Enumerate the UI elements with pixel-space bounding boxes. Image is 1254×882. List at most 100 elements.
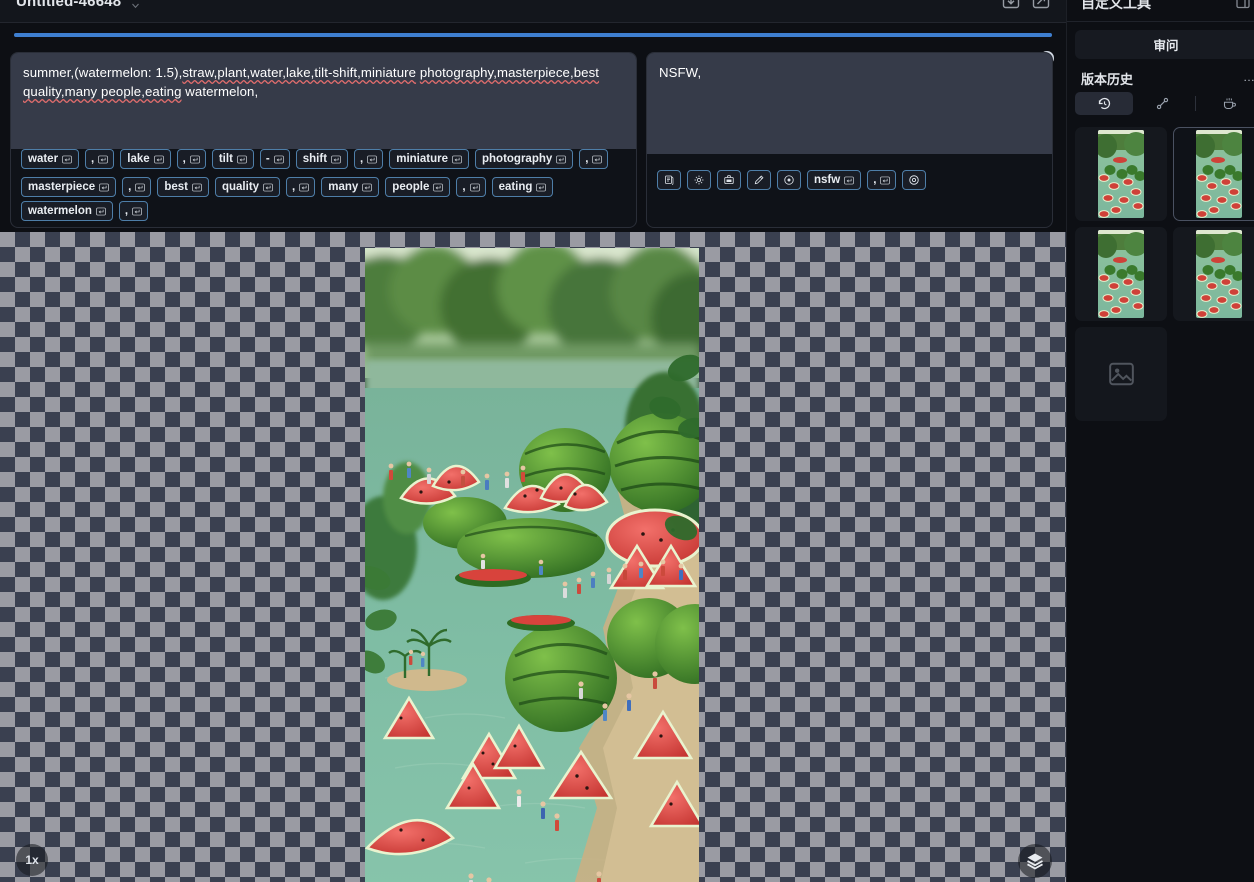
document-scan-button[interactable] [657,170,681,190]
return-key-icon [844,176,854,184]
tab-interrogate[interactable]: 审问 [1075,30,1254,59]
history-thumb-5[interactable] [1075,327,1167,421]
thumbnail-artwork [1098,230,1144,318]
download-icon[interactable] [1001,0,1021,11]
return-key-icon [135,183,146,191]
return-key-icon [263,183,273,191]
negative-prompt-panel[interactable]: NSFW, nsfw, [646,52,1053,228]
layers-button[interactable] [1018,844,1052,878]
return-key-icon [62,155,72,163]
sidebar-title: 自定义工具 [1081,0,1151,11]
return-key-icon [99,183,109,191]
target-icon [909,175,920,185]
share-icon[interactable] [1031,0,1051,11]
chip-label: tilt [218,153,233,165]
prompt-chip--r1-10[interactable]: , [579,149,609,169]
return-key-icon [880,176,891,184]
history-clock-button[interactable] [1075,92,1133,115]
thumbnail-artwork [1196,230,1242,318]
record-button[interactable] [777,170,801,190]
positive-prompt-text: summer,(watermelon: 1.5),straw,plant,wat… [23,63,624,101]
sparkle-button[interactable] [687,170,711,190]
positive-prompt-panel[interactable]: summer,(watermelon: 1.5),straw,plant,wat… [10,52,637,228]
prompt-chip--r1-1[interactable]: , [85,149,115,169]
prompt-chip-best-r2-2[interactable]: best [157,177,209,197]
return-key-icon [331,155,341,163]
return-key-icon [96,207,106,215]
prompt-chip-watermelon-r2-9[interactable]: watermelon [21,201,113,221]
version-history-overflow[interactable]: … [1243,70,1254,84]
chip-label: eating [498,181,533,193]
prompt-chip-many-r2-5[interactable]: many [321,177,380,197]
prompt-seg: summer,(watermelon: 1.5), [23,65,183,80]
return-key-icon [556,155,567,163]
prompt-chip-people-r2-6[interactable]: people [385,177,451,197]
history-thumb-1[interactable] [1075,127,1167,221]
positive-prompt-chips: water, lake, tilt - shift, miniature photograp… [11,149,636,227]
negative-chip-nsfw-0[interactable]: nsfw [807,170,862,190]
pencil-button[interactable] [747,170,771,190]
prompt-chip--r2-7[interactable]: , [456,177,486,197]
negative-prompt-input[interactable]: NSFW, [647,53,1052,154]
negative-chip-comma-1[interactable]: , [867,170,897,190]
prompt-chip-shift-r1-6[interactable]: shift [295,149,349,169]
strength-slider[interactable] [0,23,1066,65]
prompt-chip--r1-5[interactable]: - [259,149,290,169]
prompt-seg: watermelon, [181,84,259,99]
chip-label: , [182,153,186,165]
history-thumb-4[interactable] [1173,227,1254,321]
history-thumb-2[interactable] [1173,127,1254,221]
prompt-chip-photography-r1-9[interactable]: photography [475,149,574,169]
briefcase-button[interactable] [717,170,741,190]
document-scan-icon [665,175,674,185]
app-root: Untitled-46648 summer,(watermelon: 1.5),… [0,0,1254,882]
positive-prompt-input[interactable]: summer,(watermelon: 1.5),straw,plant,wat… [11,53,636,149]
prompt-chip-quality-r2-3[interactable]: quality [214,177,281,197]
prompt-chip--r2-4[interactable]: , [286,177,316,197]
right-sidebar: 自定义工具 审问 版本历史 … [1066,0,1254,882]
chip-label: , [91,153,95,165]
prompt-chip--r2-1[interactable]: , [122,177,152,197]
slider-track[interactable] [14,33,1052,37]
prompt-chip-lake-r1-2[interactable]: lake [120,149,171,169]
prompt-chip--r1-3[interactable]: , [176,149,206,169]
canvas[interactable]: 1x [0,232,1066,882]
return-key-icon [153,155,164,163]
return-key-icon [367,155,378,163]
zoom-level-badge[interactable]: 1x [16,844,48,876]
target-button[interactable] [902,170,927,190]
chip-label: , [462,181,466,193]
sidebar-header: 自定义工具 [1067,0,1254,22]
prompt-chip-masterpiece-r2-0[interactable]: masterpiece [21,177,117,197]
history-thumb-3[interactable] [1075,227,1167,321]
toolbar-separator [1195,96,1196,111]
return-key-icon [469,183,480,191]
chip-label: , [360,153,364,165]
page-title: Untitled-46648 [16,0,122,10]
slider-fill [14,33,1052,37]
return-key-icon [362,183,373,191]
prompt-seg-misspelled: straw,plant,water,lake,tilt-shift,miniat… [182,65,417,80]
chip-label: nsfw [814,174,841,186]
prompt-chip--r1-7[interactable]: , [354,149,384,169]
history-clock-icon [1098,97,1110,110]
coffee-cup-button[interactable] [1200,92,1254,115]
return-key-icon [299,183,310,191]
prompt-chip-water-r1-0[interactable]: water [21,149,80,169]
prompt-chip-tilt-r1-4[interactable]: tilt [211,149,254,169]
chip-label: masterpiece [28,181,96,193]
prompt-chip-eating-r2-8[interactable]: eating [491,177,554,197]
chip-label: photography [482,153,553,165]
generated-artwork[interactable] [365,248,699,882]
return-key-icon [237,155,247,163]
zoom-level-label: 1x [25,853,39,867]
coffee-cup-icon [1223,98,1236,110]
sparkle-icon [694,175,704,185]
panel-collapse-icon[interactable] [1235,0,1251,10]
return-key-icon [452,155,462,163]
chevron-down-icon[interactable] [131,1,140,10]
prompt-chip--r2-10[interactable]: , [118,201,149,221]
node-link-button[interactable] [1133,92,1191,115]
prompt-chip-miniature-r1-8[interactable]: miniature [389,149,469,169]
return-key-icon [273,155,284,163]
